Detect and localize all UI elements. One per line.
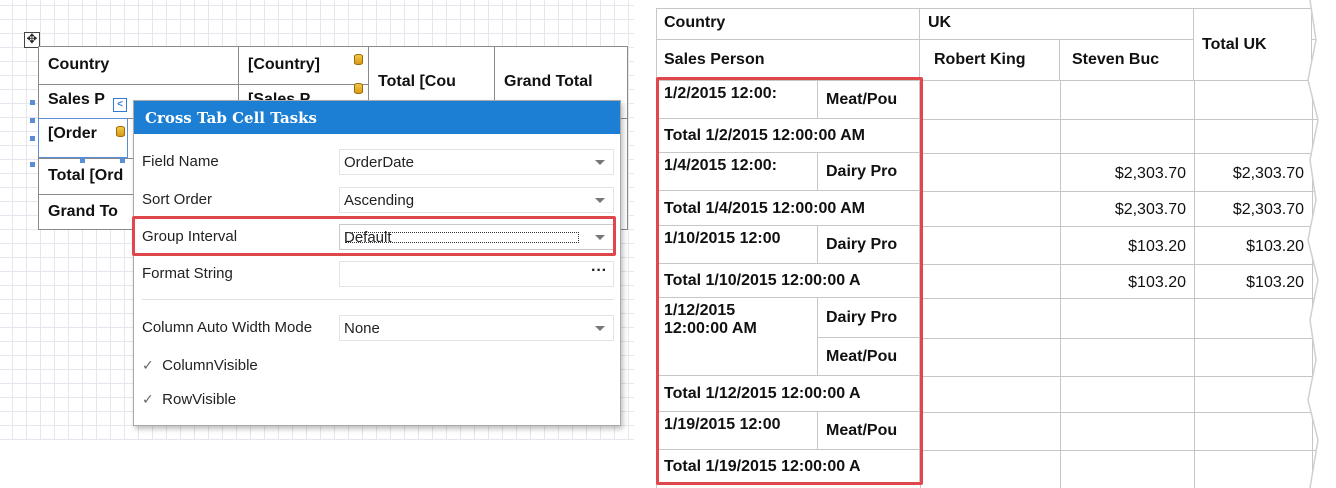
header-sales-person: Sales Person bbox=[656, 40, 920, 81]
dropdown-arrow-icon[interactable] bbox=[595, 326, 605, 331]
format-string-row: Format String ··· bbox=[134, 259, 620, 289]
grid-line bbox=[920, 298, 1336, 299]
value-steven: $103.20 bbox=[1128, 238, 1186, 255]
row-visible-checkbox[interactable]: ✓ RowVisible bbox=[142, 391, 236, 408]
field-name-value: OrderDate bbox=[344, 154, 415, 171]
tasks-title: Cross Tab Cell Tasks bbox=[134, 101, 620, 134]
grid-line bbox=[920, 191, 1336, 192]
column-auto-width-dropdown[interactable]: None bbox=[339, 315, 614, 341]
format-string-label: Format String bbox=[142, 265, 233, 282]
selection-handle[interactable] bbox=[30, 162, 35, 167]
column-auto-width-label: Column Auto Width Mode bbox=[142, 319, 313, 336]
field-name-row: Field Name OrderDate bbox=[134, 147, 620, 177]
header-steven: Steven Buc bbox=[1060, 40, 1194, 81]
cell-country-label[interactable]: Country bbox=[39, 47, 239, 85]
value-total-uk: $103.20 bbox=[1246, 238, 1304, 255]
selection-handle[interactable] bbox=[120, 158, 125, 163]
selection-handle[interactable] bbox=[30, 136, 35, 141]
selection-handle[interactable] bbox=[30, 118, 35, 123]
sort-order-value: Ascending bbox=[344, 192, 415, 209]
format-string-field[interactable]: ··· bbox=[339, 261, 614, 287]
grid-line bbox=[920, 376, 1336, 377]
cross-tab-cell-tasks-panel: Cross Tab Cell Tasks Field Name OrderDat… bbox=[133, 100, 621, 426]
data-field-icon bbox=[354, 83, 363, 94]
check-icon: ✓ bbox=[142, 358, 154, 374]
value-total-uk: $2,303.70 bbox=[1232, 165, 1304, 182]
grid-line bbox=[920, 8, 1336, 9]
selection-handle[interactable] bbox=[80, 158, 85, 163]
grid-line bbox=[920, 264, 1336, 265]
value-steven: $103.20 bbox=[1128, 274, 1186, 291]
dropdown-arrow-icon[interactable] bbox=[595, 160, 605, 165]
header-robert-king: Robert King bbox=[920, 40, 1060, 81]
screenshot-stage: ✥ Country [Country] Total [Cou Grand Tot… bbox=[0, 0, 1336, 488]
grid-line bbox=[656, 8, 920, 9]
cross-tab-preview: Country UK Total UK U Sales Person Rober… bbox=[656, 0, 1336, 488]
grid-line bbox=[920, 450, 1336, 451]
column-visible-checkbox[interactable]: ✓ ColumnVisible bbox=[142, 357, 258, 374]
sort-order-dropdown[interactable]: Ascending bbox=[339, 187, 614, 213]
designer-bottom-area bbox=[0, 440, 634, 488]
value-steven: $2,303.70 bbox=[1114, 201, 1186, 218]
grid-line bbox=[920, 119, 1336, 120]
column-auto-width-row: Column Auto Width Mode None bbox=[134, 313, 620, 343]
sort-order-row: Sort Order Ascending bbox=[134, 185, 620, 215]
header-uk: UK bbox=[920, 8, 1194, 40]
cell-country-field[interactable]: [Country] bbox=[239, 47, 369, 85]
row-headers-highlight bbox=[656, 77, 923, 485]
selected-cell-outline bbox=[38, 118, 128, 158]
value-steven: $2,303.70 bbox=[1114, 165, 1186, 182]
dropdown-arrow-icon[interactable] bbox=[595, 198, 605, 203]
column-auto-width-value: None bbox=[344, 320, 380, 337]
header-total-uk: Total UK bbox=[1194, 8, 1312, 81]
data-field-icon bbox=[354, 54, 363, 65]
value-total-uk: $2,303.70 bbox=[1232, 201, 1304, 218]
torn-edge bbox=[1307, 0, 1336, 488]
field-name-dropdown[interactable]: OrderDate bbox=[339, 149, 614, 175]
selection-handle[interactable] bbox=[30, 100, 35, 105]
smart-tag-icon[interactable]: < bbox=[113, 98, 127, 112]
value-total-uk: $103.20 bbox=[1246, 274, 1304, 291]
ellipsis-button[interactable]: ··· bbox=[591, 262, 607, 280]
section-divider bbox=[142, 299, 614, 300]
cell-country-field-text: [Country] bbox=[248, 56, 320, 73]
row-visible-label: RowVisible bbox=[162, 391, 237, 408]
check-icon: ✓ bbox=[142, 392, 154, 408]
grid-line bbox=[920, 338, 1336, 339]
grid-line bbox=[920, 412, 1336, 413]
field-name-label: Field Name bbox=[142, 153, 219, 170]
sort-order-label: Sort Order bbox=[142, 191, 213, 208]
grid-line bbox=[920, 226, 1336, 227]
header-country: Country bbox=[656, 8, 920, 40]
grid-line bbox=[920, 153, 1336, 154]
group-interval-highlight bbox=[132, 216, 616, 256]
column-visible-label: ColumnVisible bbox=[162, 357, 258, 374]
